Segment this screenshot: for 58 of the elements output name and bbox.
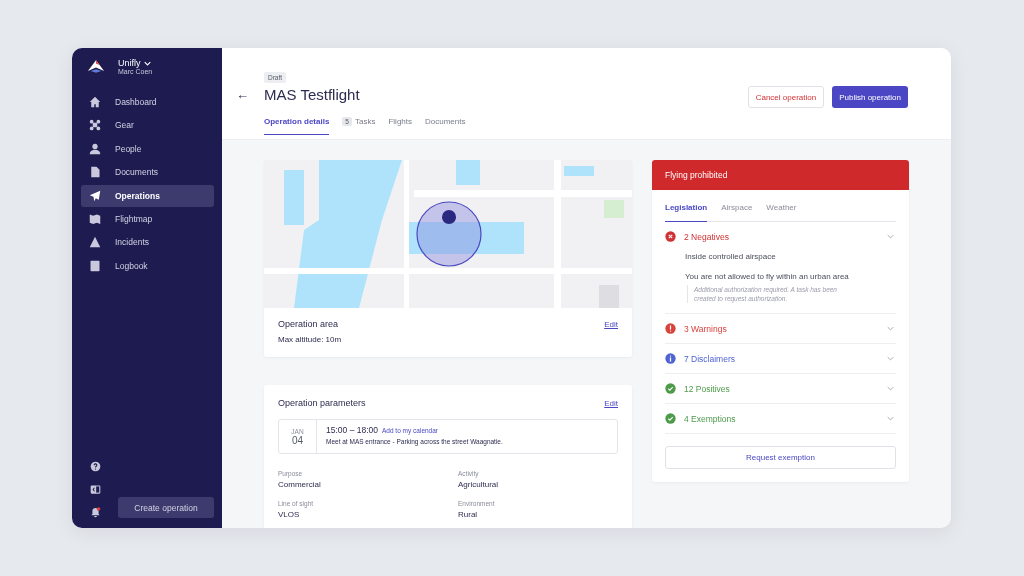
check-row[interactable]: 12 Positives	[665, 374, 896, 404]
person-icon	[89, 142, 101, 155]
collapse-sidebar-icon[interactable]	[90, 484, 101, 495]
home-icon	[89, 96, 101, 108]
edit-link[interactable]: Edit	[604, 319, 618, 329]
tab[interactable]: Legislation	[665, 203, 708, 222]
sidebar-item[interactable]: Incidents	[81, 231, 214, 254]
field-value: Commercial	[278, 480, 322, 489]
tab[interactable]: Documents	[425, 117, 466, 135]
edit-link[interactable]: Edit	[604, 398, 618, 408]
chevron-icon	[887, 416, 894, 422]
sidebar-item[interactable]: Dashboard	[81, 91, 214, 113]
card-title: Operation parameters	[278, 398, 366, 408]
paper-plane-icon	[89, 189, 101, 202]
max-altitude-text: Max altitude: 10m	[278, 335, 343, 344]
cancel-operation-button[interactable]: Cancel operation	[747, 86, 825, 108]
sidebar-item[interactable]: People	[81, 137, 214, 160]
status-banner: Flying prohibited	[652, 160, 909, 190]
check-row[interactable]: 7 Disclaimers	[665, 344, 896, 374]
date-day: 04	[291, 434, 304, 446]
publish-operation-button[interactable]: Publish operation	[832, 86, 908, 108]
chevron-icon	[887, 234, 894, 239]
check-row[interactable]: 4 Exemptions	[665, 404, 896, 434]
sidebar-item[interactable]: Logbook	[81, 254, 214, 277]
sidebar-item[interactable]: Gear	[81, 114, 214, 137]
tab[interactable]: Airspace	[721, 203, 753, 222]
sidebar-item[interactable]: Documents	[81, 161, 214, 184]
chevron-icon	[887, 386, 894, 392]
check-detail: Inside controlled airspace	[685, 252, 777, 261]
chevron-icon	[887, 356, 894, 362]
sidebar-item[interactable]: Flightmap	[81, 207, 214, 230]
page-title: MAS Testflight	[264, 86, 360, 103]
request-exemption-button[interactable]: Request exemption	[665, 446, 896, 470]
tab[interactable]: Operation details	[264, 117, 330, 135]
map-icon	[89, 212, 101, 225]
back-button[interactable]: ←	[236, 87, 264, 102]
field-value: VLOS	[278, 510, 301, 519]
time-range: 15:00 – 18:00	[326, 425, 378, 435]
field-value: Agricultural	[458, 480, 499, 489]
book-icon	[89, 259, 101, 272]
check-detail: You are not allowed to fly within an urban area	[685, 272, 850, 281]
warning-icon	[89, 236, 101, 249]
check-row[interactable]: 2 Negatives	[665, 222, 896, 251]
sidebar-item[interactable]: Operations	[81, 184, 214, 207]
organization-switcher[interactable]: Unifly	[118, 58, 153, 68]
tab[interactable]: Weather	[766, 203, 797, 222]
tab[interactable]: Flights	[388, 117, 412, 135]
card-title: Operation area	[278, 319, 339, 329]
chevron-down-icon	[143, 60, 151, 66]
notification-bell-icon[interactable]	[90, 507, 101, 518]
logo-icon	[87, 59, 105, 74]
drone-icon	[89, 119, 101, 132]
document-icon	[89, 166, 101, 179]
create-operation-button[interactable]: Create operation	[118, 497, 214, 518]
chevron-icon	[887, 326, 894, 332]
check-row[interactable]: 3 Warnings	[665, 314, 896, 344]
help-icon[interactable]	[90, 461, 101, 472]
field-value: Rural	[458, 510, 479, 519]
